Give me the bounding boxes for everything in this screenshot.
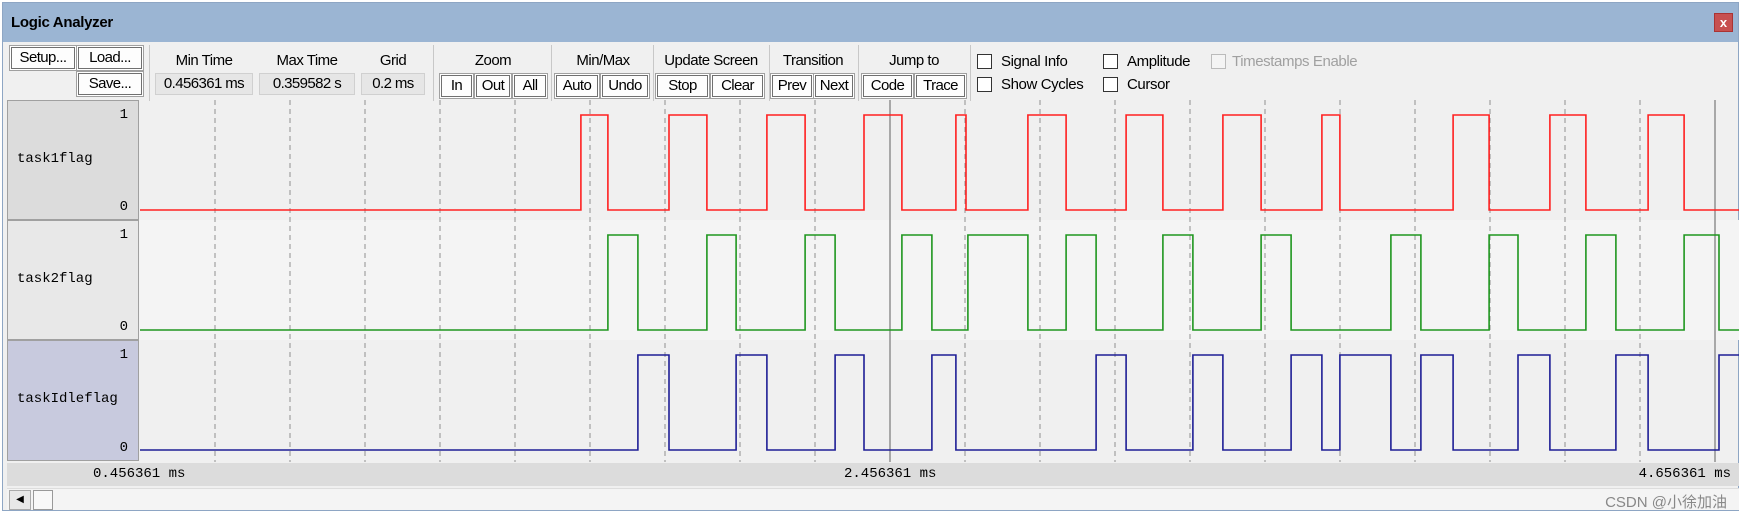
zoom-out-button[interactable]: Out (475, 74, 511, 98)
low-level-label: 0 (119, 199, 128, 215)
close-icon[interactable]: x (1714, 13, 1733, 32)
jump-to-label: Jump to (889, 52, 939, 69)
row-background (138, 220, 1739, 340)
logic-analyzer-window: Logic Analyzer x Setup... Load... Save..… (2, 2, 1739, 511)
grid-value: 0.2 ms (361, 73, 425, 95)
signal-name: taskIdleflag (17, 391, 118, 407)
zoom-label: Zoom (474, 52, 512, 69)
waveform-task1flag (140, 114, 1739, 211)
divider (433, 45, 434, 101)
low-level-label: 0 (119, 319, 128, 335)
divider (653, 45, 654, 101)
waveform-taskIdleflag (140, 354, 1739, 451)
timestamps-enable-checkbox (1211, 54, 1226, 69)
grid-label: Grid (379, 52, 407, 69)
signal-label-task2flag[interactable]: 1 task2flag 0 (7, 220, 139, 340)
zoom-in-button[interactable]: In (440, 74, 473, 98)
signal-label-task1flag[interactable]: 1 task1flag 0 (7, 100, 139, 220)
scrollbar-thumb[interactable] (33, 490, 53, 510)
load-button[interactable]: Load... (77, 46, 143, 70)
timestamps-enable-label: Timestamps Enable (1232, 53, 1358, 70)
low-level-label: 0 (119, 440, 128, 456)
show-cycles-label: Show Cycles (1001, 76, 1084, 93)
save-button[interactable]: Save... (77, 72, 143, 96)
window-title: Logic Analyzer (11, 14, 113, 31)
zoom-all-button[interactable]: All (513, 74, 547, 98)
setup-button[interactable]: Setup... (10, 46, 76, 70)
waveform-area[interactable] (138, 100, 1739, 462)
high-level-label: 1 (119, 347, 128, 363)
show-cycles-checkbox[interactable] (977, 77, 992, 92)
max-time-label: Max Time (276, 52, 338, 69)
divider (551, 45, 552, 101)
clear-button[interactable]: Clear (711, 74, 764, 98)
time-axis: 0.456361 ms 2.456361 ms 4.656361 ms (7, 463, 1739, 486)
signal-info-label: Signal Info (1001, 53, 1068, 70)
next-button[interactable]: Next (814, 74, 854, 98)
high-level-label: 1 (119, 227, 128, 243)
stop-button[interactable]: Stop (656, 74, 709, 98)
divider (858, 45, 859, 101)
max-time-value: 0.359582 s (259, 73, 355, 95)
min-time-label: Min Time (175, 52, 233, 69)
divider (769, 45, 770, 101)
horizontal-scrollbar[interactable]: ◀ CSDN @小徐加油 (7, 488, 1739, 511)
minmax-label: Min/Max (576, 52, 630, 69)
transition-label: Transition (782, 52, 844, 69)
code-button[interactable]: Code (862, 74, 913, 98)
amplitude-checkbox[interactable] (1103, 54, 1118, 69)
axis-label-start: 0.456361 ms (93, 466, 186, 482)
signal-name: task2flag (17, 271, 93, 287)
min-time-value: 0.456361 ms (155, 73, 253, 95)
cursor-checkbox[interactable] (1103, 77, 1118, 92)
trace-button[interactable]: Trace (915, 74, 966, 98)
prev-button[interactable]: Prev (771, 74, 813, 98)
divider (970, 45, 971, 101)
signal-info-checkbox[interactable] (977, 54, 992, 69)
update-screen-label: Update Screen (664, 52, 758, 69)
axis-label-center: 2.456361 ms (844, 466, 937, 482)
cursor-label: Cursor (1127, 76, 1170, 93)
watermark: CSDN @小徐加油 (1605, 494, 1727, 511)
divider (149, 45, 150, 101)
scroll-left-icon[interactable]: ◀ (9, 490, 31, 510)
title-bar: Logic Analyzer x (3, 3, 1738, 42)
high-level-label: 1 (119, 107, 128, 123)
auto-button[interactable]: Auto (555, 74, 599, 98)
signal-label-taskidleflag[interactable]: 1 taskIdleflag 0 (7, 340, 139, 461)
undo-button[interactable]: Undo (601, 74, 649, 98)
signal-name: task1flag (17, 151, 93, 167)
axis-label-end: 4.656361 ms (1638, 466, 1731, 482)
amplitude-label: Amplitude (1127, 53, 1191, 70)
